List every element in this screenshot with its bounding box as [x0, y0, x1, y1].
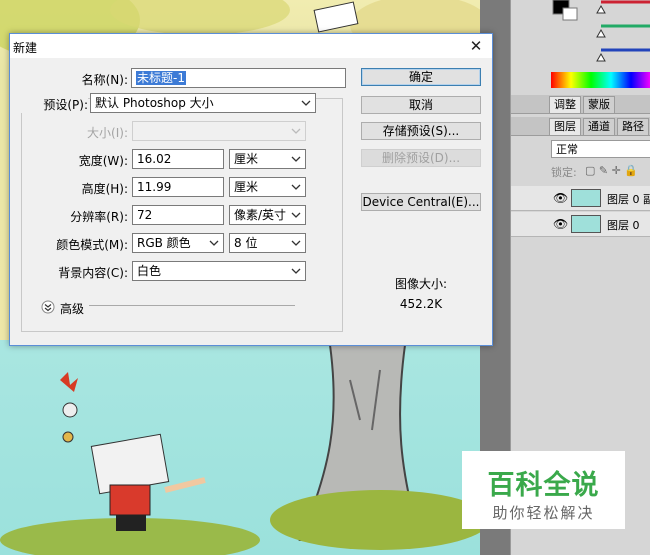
preset-label: 预设(P): — [20, 96, 88, 113]
tab-masks[interactable]: 蒙版 — [583, 96, 615, 113]
adjustments-tab-bar: 调整 蒙版 — [511, 95, 650, 114]
tab-channels[interactable]: 通道 — [583, 118, 615, 135]
delete-preset-button: 删除预设(D)... — [361, 149, 481, 167]
name-field[interactable]: 未标题-1 — [131, 68, 346, 88]
visibility-eye-icon[interactable]: 👁 — [553, 217, 568, 231]
resolution-unit-select[interactable]: 像素/英寸 — [229, 205, 306, 225]
layers-tab-bar: 图层 通道 路径 — [511, 117, 650, 136]
bit-depth-select[interactable]: 8 位 — [229, 233, 306, 253]
width-input[interactable]: 16.02 — [132, 149, 224, 169]
layer-name: 图层 0 副 — [607, 193, 650, 206]
width-unit-select[interactable]: 厘米 — [229, 149, 306, 169]
chevron-down-icon — [291, 212, 301, 218]
advanced-label[interactable]: 高级 — [60, 300, 84, 317]
width-label: 宽度(W): — [78, 154, 128, 168]
dialog-titlebar[interactable]: 新建 ✕ — [10, 34, 492, 58]
blend-mode-select[interactable]: 正常 — [551, 140, 650, 158]
size-select — [132, 121, 306, 141]
color-mode-select[interactable]: RGB 颜色 — [132, 233, 224, 253]
layer-thumbnail — [571, 215, 601, 233]
watermark-title: 百科全说 — [487, 470, 600, 501]
layer-name: 图层 0 — [607, 219, 640, 232]
tab-adjustments[interactable]: 调整 — [549, 96, 581, 113]
advanced-divider — [89, 305, 295, 306]
new-document-dialog: 新建 ✕ 名称(N): 未标题-1 预设(P): 默认 Photoshop 大小… — [9, 33, 493, 346]
layer-row[interactable]: 👁 图层 0 — [511, 212, 650, 237]
height-unit-select[interactable]: 厘米 — [229, 177, 306, 197]
background-contents-label: 背景内容(C): — [58, 266, 128, 280]
chevron-down-icon — [291, 184, 301, 190]
device-central-button[interactable]: Device Central(E)... — [361, 193, 481, 211]
size-label: 大小(I): — [87, 126, 128, 140]
watermark: 百科全说 助你轻松解决 — [462, 451, 625, 529]
ok-button[interactable]: 确定 — [361, 68, 481, 86]
chevron-down-icon — [209, 240, 219, 246]
resolution-input[interactable]: 72 — [132, 205, 224, 225]
color-mode-label: 颜色模式(M): — [56, 238, 128, 252]
tab-paths[interactable]: 路径 — [617, 118, 649, 135]
watermark-subtitle: 助你轻松解决 — [492, 504, 595, 522]
name-label: 名称(N): — [81, 73, 128, 87]
close-icon[interactable]: ✕ — [466, 36, 486, 56]
cancel-button[interactable]: 取消 — [361, 96, 481, 114]
image-size-value: 452.2K — [399, 297, 443, 311]
background-contents-select[interactable]: 白色 — [132, 261, 306, 281]
resolution-label: 分辨率(R): — [70, 210, 128, 224]
tab-layers[interactable]: 图层 — [549, 118, 581, 135]
lock-label: 锁定: — [551, 166, 577, 179]
preset-select[interactable]: 默认 Photoshop 大小 — [90, 93, 316, 113]
chevron-down-icon — [301, 100, 311, 106]
layer-row[interactable]: 👁 图层 0 副 — [511, 186, 650, 211]
save-preset-button[interactable]: 存储预设(S)... — [361, 122, 481, 140]
layer-thumbnail — [571, 189, 601, 207]
chevron-down-icon — [291, 156, 301, 162]
lock-icons[interactable]: ▢ ✎ ✛ 🔒 — [585, 164, 638, 177]
chevron-down-icon — [291, 240, 301, 246]
color-panel — [511, 0, 650, 90]
dialog-title: 新建 — [13, 41, 38, 55]
visibility-eye-icon[interactable]: 👁 — [553, 191, 568, 205]
chevron-down-icon — [291, 128, 301, 134]
chevron-down-icon — [291, 268, 301, 274]
height-label: 高度(H): — [81, 182, 128, 196]
image-size-label: 图像大小: — [394, 277, 448, 291]
height-input[interactable]: 11.99 — [132, 177, 224, 197]
expand-advanced-icon[interactable] — [41, 300, 55, 314]
